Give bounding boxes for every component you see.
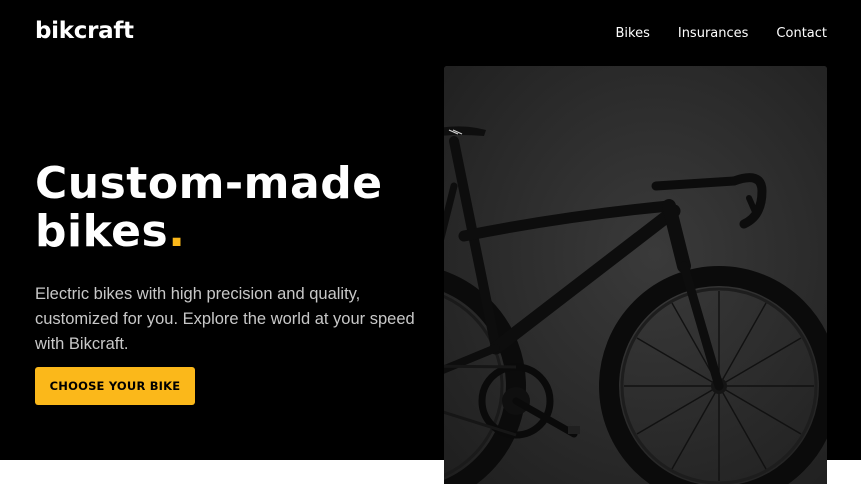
hero-headline: Custom-made bikes. [35, 160, 383, 256]
headline-line-2: bikes [35, 206, 169, 257]
main-nav: Bikes Insurances Contact [587, 26, 827, 41]
nav-link-bikes[interactable]: Bikes [615, 26, 649, 41]
choose-bike-button[interactable]: CHOOSE YOUR BIKE [35, 367, 195, 405]
headline-accent-dot: . [168, 206, 186, 257]
hero-description: Electric bikes with high precision and q… [35, 285, 415, 353]
nav-link-insurances[interactable]: Insurances [678, 26, 749, 41]
bike-illustration [444, 66, 827, 484]
nav-link-contact[interactable]: Contact [776, 26, 827, 41]
headline-line-1: Custom-made [35, 158, 383, 209]
hero-bike-image [444, 66, 827, 484]
site-logo[interactable]: bikcraft [35, 18, 134, 44]
